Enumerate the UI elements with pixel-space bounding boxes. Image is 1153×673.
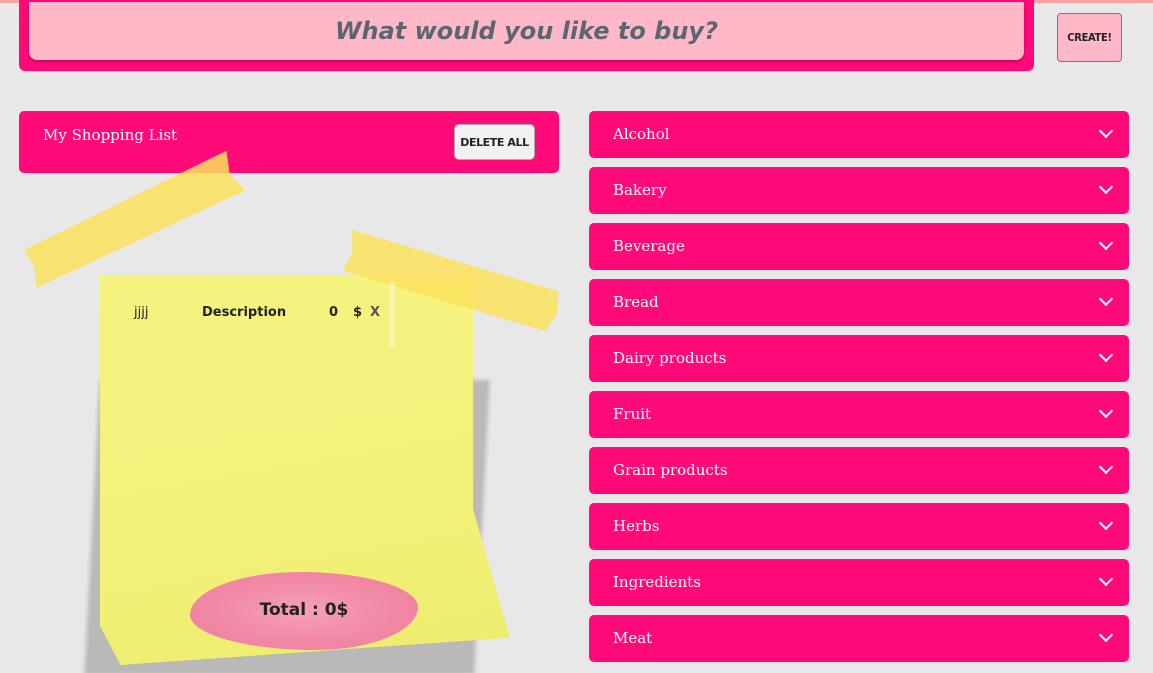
shopping-list-header: My Shopping List DELETE ALL	[19, 111, 559, 173]
category-fruit[interactable]: Fruit	[589, 391, 1129, 438]
item-currency: $	[353, 305, 363, 320]
category-label: Fruit	[613, 405, 652, 423]
total-text: Total : 0$	[259, 600, 349, 620]
category-meat[interactable]: Meat	[589, 615, 1129, 662]
category-label: Alcohol	[613, 125, 670, 143]
item-price: 0	[329, 305, 339, 320]
total-badge: Total : 0$	[190, 572, 418, 650]
category-grain-products[interactable]: Grain products	[589, 447, 1129, 494]
category-label: Bakery	[613, 181, 667, 199]
create-button[interactable]: CREATE!	[1057, 13, 1122, 62]
chevron-down-icon[interactable]	[1098, 291, 1114, 307]
list-item: jjjj Description 0 $ X	[134, 305, 394, 327]
chevron-down-icon[interactable]	[1098, 235, 1114, 251]
chevron-down-icon[interactable]	[1098, 571, 1114, 587]
search-bar	[19, 0, 1034, 71]
chevron-down-icon[interactable]	[1098, 347, 1114, 363]
chevron-down-icon[interactable]	[1098, 179, 1114, 195]
category-alcohol[interactable]: Alcohol	[589, 111, 1129, 158]
category-label: Grain products	[613, 461, 728, 479]
chevron-down-icon[interactable]	[1098, 123, 1114, 139]
search-input[interactable]	[29, 2, 1024, 60]
chevron-down-icon[interactable]	[1098, 459, 1114, 475]
category-label: Meat	[613, 629, 653, 647]
item-description: Description	[202, 305, 287, 320]
category-label: Dairy products	[613, 349, 727, 367]
category-ingredients[interactable]: Ingredients	[589, 559, 1129, 606]
chevron-down-icon[interactable]	[1098, 515, 1114, 531]
category-beverage[interactable]: Beverage	[589, 223, 1129, 270]
remove-item-button[interactable]: X	[370, 305, 380, 320]
category-bakery[interactable]: Bakery	[589, 167, 1129, 214]
category-label: Bread	[613, 293, 659, 311]
item-name: jjjj	[134, 305, 149, 320]
chevron-down-icon[interactable]	[1098, 403, 1114, 419]
category-bread[interactable]: Bread	[589, 279, 1129, 326]
delete-all-button[interactable]: DELETE ALL	[454, 124, 535, 160]
category-label: Ingredients	[613, 573, 701, 591]
chevron-down-icon[interactable]	[1098, 627, 1114, 643]
shopping-list-title: My Shopping List	[43, 126, 178, 144]
category-label: Herbs	[613, 517, 660, 535]
category-label: Beverage	[613, 237, 685, 255]
category-herbs[interactable]: Herbs	[589, 503, 1129, 550]
category-dairy-products[interactable]: Dairy products	[589, 335, 1129, 382]
